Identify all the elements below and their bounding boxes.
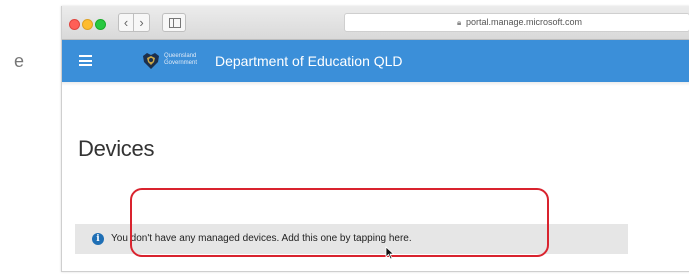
- header-shadow: [62, 82, 689, 86]
- app-header: Queensland Government Department of Educ…: [62, 40, 689, 82]
- back-button[interactable]: ‹: [118, 13, 134, 32]
- logo-line-2: Government: [164, 60, 198, 66]
- sidebar-icon: [169, 18, 181, 28]
- zoom-window-button[interactable]: [95, 19, 106, 30]
- logo-line-1: Queensland: [164, 53, 197, 59]
- browser-titlebar: ‹ › 🔒︎ portal.manage.microsoft.com: [62, 6, 689, 40]
- chevron-right-icon: ›: [139, 15, 144, 30]
- minimize-window-button[interactable]: [82, 19, 93, 30]
- info-icon: i: [92, 233, 104, 245]
- address-bar[interactable]: 🔒︎ portal.manage.microsoft.com: [344, 13, 689, 32]
- annotation-highlight-box: [130, 188, 549, 257]
- chevron-left-icon: ‹: [123, 15, 129, 30]
- hamburger-menu-icon[interactable]: [79, 55, 92, 66]
- queensland-crest-icon: [143, 53, 159, 69]
- page-title: Devices: [78, 136, 155, 161]
- mouse-cursor-icon: [385, 246, 395, 260]
- url-text: portal.manage.microsoft.com: [466, 17, 583, 27]
- stray-text: e: [14, 51, 25, 71]
- app-title: Department of Education QLD: [215, 53, 403, 69]
- close-window-button[interactable]: [69, 19, 80, 30]
- forward-button[interactable]: ›: [134, 13, 150, 32]
- sidebar-toggle-button[interactable]: [162, 13, 186, 32]
- lock-icon: 🔒︎: [457, 18, 462, 27]
- government-logo-text: Queensland Government: [164, 53, 197, 67]
